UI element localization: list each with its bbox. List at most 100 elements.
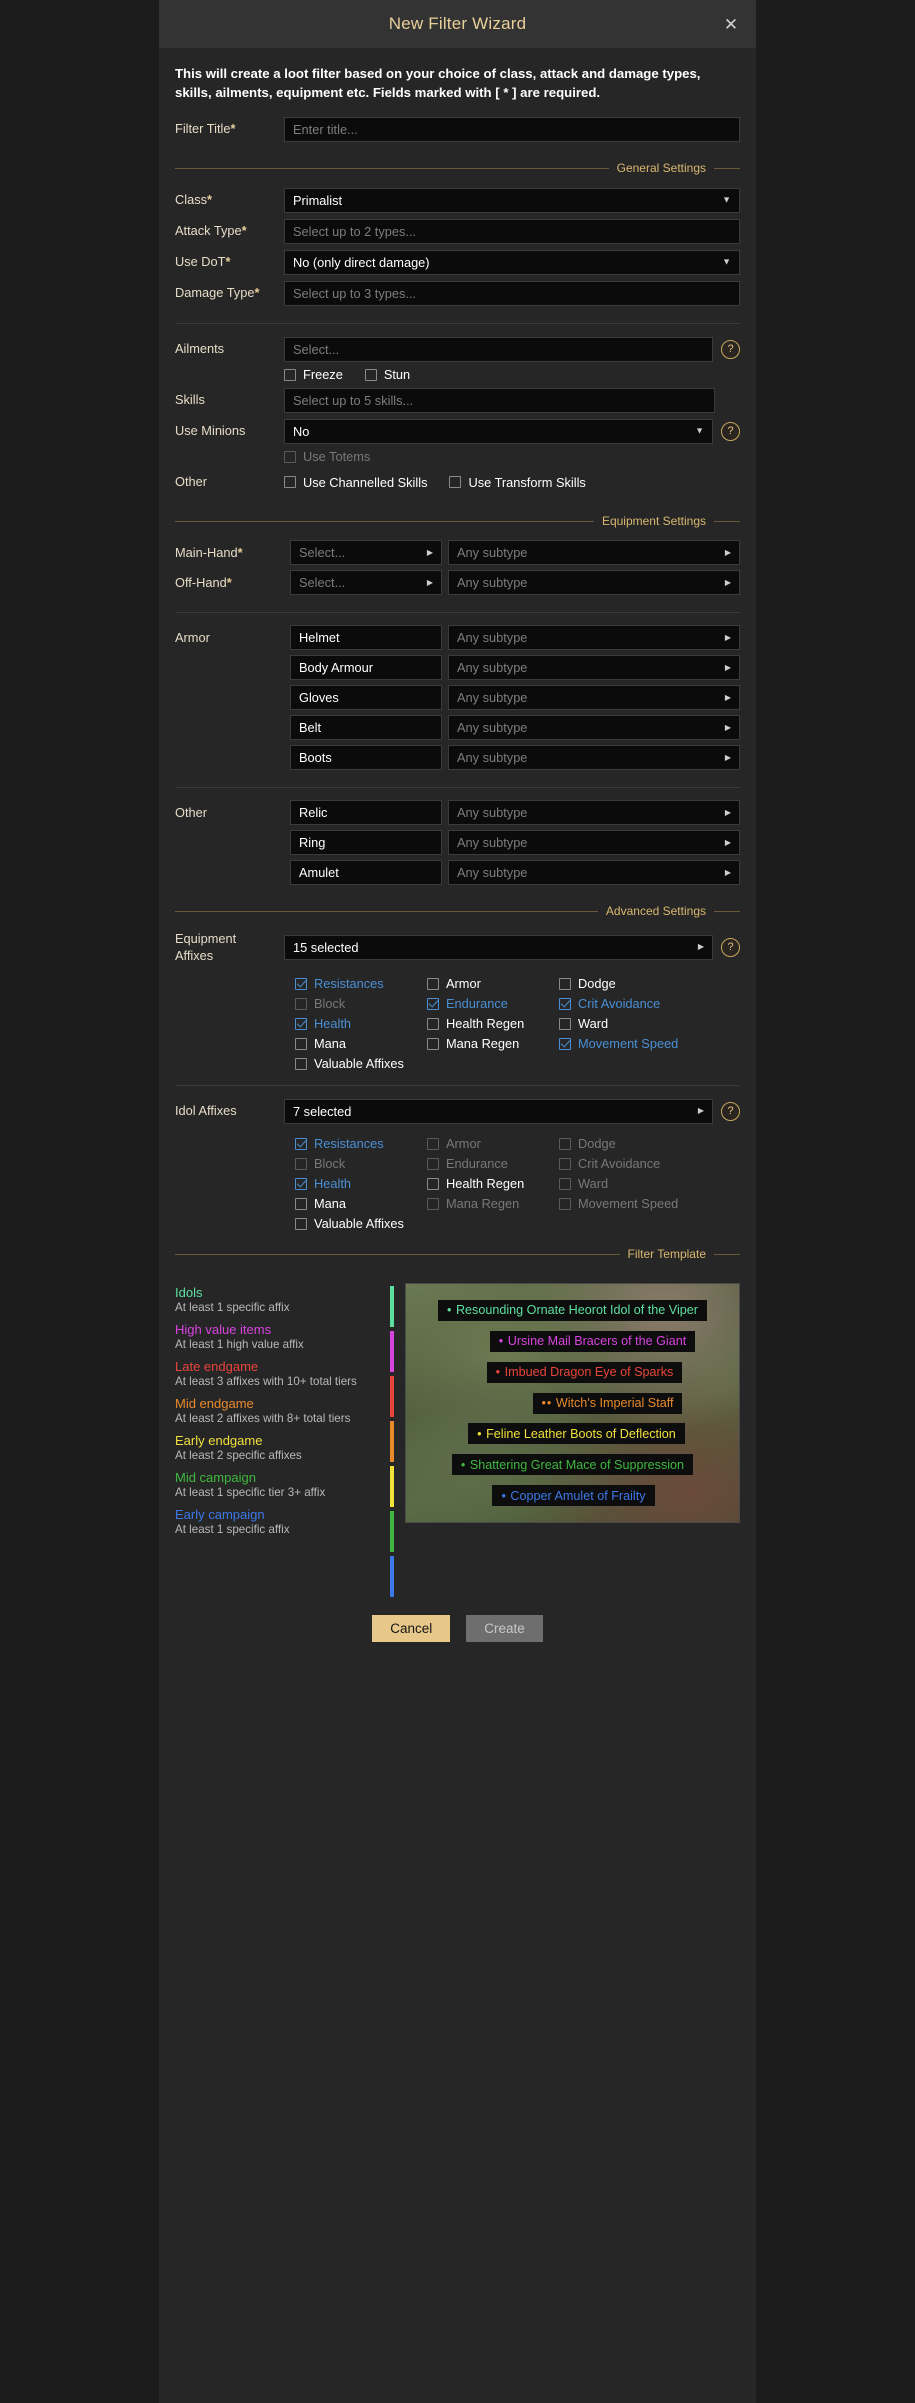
attack-type-select[interactable]: Select up to 2 types... [284,218,740,244]
idol-affix-checkbox-dodge[interactable]: Dodge [559,1136,699,1151]
checkbox-box [559,1017,571,1030]
equipment-affixes-select[interactable]: 15 selected ▶ [284,934,713,960]
armor-row-4: Boots Any subtype ▶ [175,745,740,770]
help-icon-minions[interactable]: ? [721,421,740,441]
armor-slot-gloves[interactable]: Gloves [290,685,442,710]
filter-title-input[interactable]: Enter title... [284,116,740,142]
idol-affix-checkbox-movement-speed[interactable]: Movement Speed [559,1196,699,1211]
idol-affix-checkbox-armor[interactable]: Armor [427,1136,559,1151]
other-slot-ring[interactable]: Ring [290,830,442,855]
armor-subtype-body-armour[interactable]: Any subtype ▶ [448,655,740,680]
checkbox-use-transform-skills[interactable]: Use Transform Skills [449,474,586,490]
ailments-select[interactable]: Select... [284,336,713,362]
use-dot-select[interactable]: No (only direct damage) ▼ [284,249,740,275]
checkbox-freeze[interactable]: Freeze [284,367,343,382]
checkbox-label: Mana Regen [446,1036,520,1051]
off-hand-select[interactable]: Select... ▶ [290,570,442,595]
help-icon-ailments[interactable]: ? [721,339,740,359]
armor-slot-helmet[interactable]: Helmet [290,625,442,650]
idol-affix-checkbox-crit-avoidance[interactable]: Crit Avoidance [559,1156,699,1171]
legend-desc: At least 1 specific tier 3+ affix [175,1486,326,1499]
create-button[interactable]: Create [466,1615,543,1642]
armor-row-3: Belt Any subtype ▶ [175,715,740,740]
legend-desc: At least 2 specific affixes [175,1449,302,1462]
help-icon-equipment-affixes[interactable]: ? [721,937,740,957]
other-subtype-ring[interactable]: Any subtype ▶ [448,830,740,855]
armor-slot-boots[interactable]: Boots [290,745,442,770]
checkbox-label: Use Transform Skills [468,474,586,490]
armor-subtype-value: Any subtype [457,630,528,645]
affix-checkbox-mana-regen[interactable]: Mana Regen [427,1036,559,1051]
idol-affixes-select[interactable]: 7 selected ▶ [284,1098,713,1124]
checkbox-box [295,997,307,1010]
color-bar-high-value-items [390,1331,394,1372]
section-general-title: General Settings [616,161,706,175]
idol-affix-checkbox-mana-regen[interactable]: Mana Regen [427,1196,559,1211]
armor-slot-belt[interactable]: Belt [290,715,442,740]
affix-checkbox-health-regen[interactable]: Health Regen [427,1016,559,1031]
affix-checkbox-movement-speed[interactable]: Movement Speed [559,1036,699,1051]
required-marker: * [241,223,247,238]
close-icon[interactable]: ✕ [718,11,744,37]
idol-affix-checkbox-ward[interactable]: Ward [559,1176,699,1191]
affix-checkbox-mana[interactable]: Mana [295,1036,427,1051]
use-minions-select[interactable]: No ▼ [284,418,713,444]
checkbox-box [284,450,296,463]
checkbox-box [427,1197,439,1210]
preview-item-list: • Resounding Ornate Heorot Idol of the V… [406,1284,739,1522]
idol-affix-checkbox-resistances[interactable]: Resistances [295,1136,427,1151]
damage-type-label-text: Damage Type [175,285,255,300]
other-slot-value: Ring [299,835,326,850]
affix-checkbox-block[interactable]: Block [295,996,427,1011]
idol-affix-checkbox-health[interactable]: Health [295,1176,427,1191]
class-select[interactable]: Primalist ▼ [284,187,740,213]
chevron-right-icon: ▶ [724,752,731,762]
cancel-button[interactable]: Cancel [372,1615,451,1642]
preview-item: • Shattering Great Mace of Suppression [451,1454,694,1476]
other-slot-relic[interactable]: Relic [290,800,442,825]
checkbox-box [295,1157,307,1170]
armor-subtype-boots[interactable]: Any subtype ▶ [448,745,740,770]
help-icon-idol-affixes[interactable]: ? [721,1101,740,1121]
skills-row: Skills Select up to 5 skills... [175,387,740,413]
checkbox-use-totems[interactable]: Use Totems [284,449,370,464]
filter-title-label-text: Filter Title [175,121,231,136]
legend-title: Idols [175,1285,203,1300]
affix-checkbox-dodge[interactable]: Dodge [559,976,699,991]
other-subtype-amulet[interactable]: Any subtype ▶ [448,860,740,885]
armor-subtype-helmet[interactable]: Any subtype ▶ [448,625,740,650]
damage-type-row: Damage Type* Select up to 3 types... [175,280,740,306]
armor-subtype-belt[interactable]: Any subtype ▶ [448,715,740,740]
idol-affix-checkbox-mana[interactable]: Mana [295,1196,427,1211]
main-hand-subtype-select[interactable]: Any subtype ▶ [448,540,740,565]
affix-checkbox-health[interactable]: Health [295,1016,427,1031]
main-hand-select[interactable]: Select... ▶ [290,540,442,565]
legend-title: High value items [175,1322,272,1337]
idol-affix-checkbox-health-regen[interactable]: Health Regen [427,1176,559,1191]
other-slot-amulet[interactable]: Amulet [290,860,442,885]
affix-checkbox-crit-avoidance[interactable]: Crit Avoidance [559,996,699,1011]
affix-checkbox-valuable-affixes[interactable]: Valuable Affixes [295,1056,427,1071]
affix-checkbox-endurance[interactable]: Endurance [427,996,559,1011]
off-hand-subtype-select[interactable]: Any subtype ▶ [448,570,740,595]
armor-subtype-gloves[interactable]: Any subtype ▶ [448,685,740,710]
chevron-right-icon: ▶ [724,692,731,702]
affix-checkbox-armor[interactable]: Armor [427,976,559,991]
idol-affix-checkbox-valuable-affixes[interactable]: Valuable Affixes [295,1216,427,1231]
affix-checkbox-resistances[interactable]: Resistances [295,976,427,991]
checkbox-use-channelled-skills[interactable]: Use Channelled Skills [284,475,427,490]
idol-affix-checkbox-block[interactable]: Block [295,1156,427,1171]
damage-type-select[interactable]: Select up to 3 types... [284,280,740,306]
legend-item: Late endgame At least 3 affixes with 10+… [175,1359,387,1389]
checkbox-label: Dodge [578,1136,616,1151]
affix-checkbox-ward[interactable]: Ward [559,1016,699,1031]
checkbox-box [295,1197,307,1210]
other-subtype-relic[interactable]: Any subtype ▶ [448,800,740,825]
skills-select[interactable]: Select up to 5 skills... [284,387,715,413]
checkbox-box [559,977,571,990]
armor-slot-body-armour[interactable]: Body Armour [290,655,442,680]
dialog-title: New Filter Wizard [388,14,527,33]
checkbox-stun[interactable]: Stun [364,367,410,382]
dialog-titlebar: New Filter Wizard ✕ [159,0,756,48]
idol-affix-checkbox-endurance[interactable]: Endurance [427,1156,559,1171]
